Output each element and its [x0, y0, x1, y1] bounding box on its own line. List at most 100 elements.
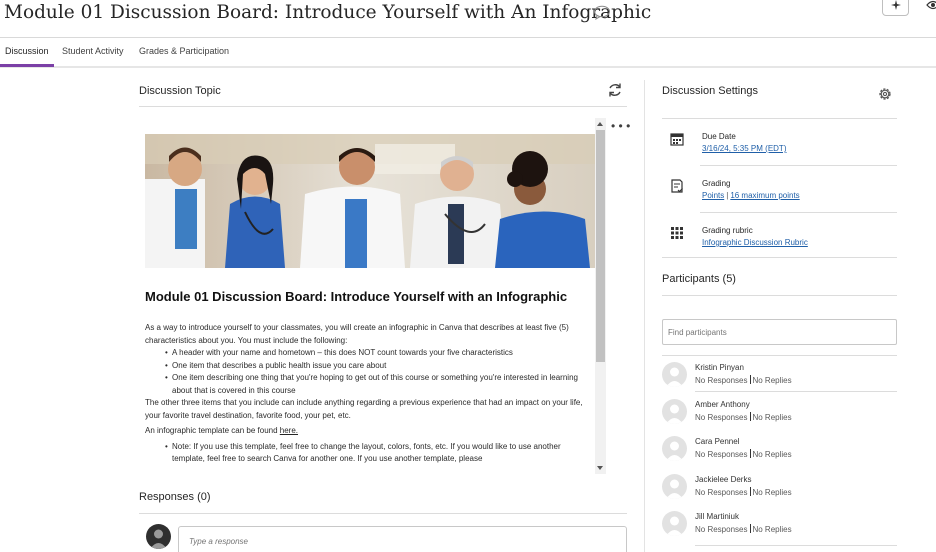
participant-separator: [695, 391, 897, 392]
speech-bubble-icon[interactable]: [593, 5, 611, 20]
avatar: [662, 511, 687, 536]
participants-list-divider: [662, 355, 897, 356]
participant-row[interactable]: Amber Anthony No Responses No Replies: [662, 399, 897, 436]
scroll-thumb[interactable]: [596, 130, 605, 362]
avatar: [662, 436, 687, 461]
page-title: Module 01 Discussion Board: Introduce Yo…: [4, 2, 652, 23]
topic-scrollbar[interactable]: [595, 118, 606, 474]
avatar: [662, 362, 687, 387]
participant-stats: No Responses No Replies: [695, 487, 792, 497]
participant-responses: No Responses: [695, 488, 748, 497]
participant-responses: No Responses: [695, 376, 748, 385]
topic-other-items: The other three items that you include c…: [145, 398, 583, 420]
topic-content-frame: Module 01 Discussion Board: Introduce Yo…: [145, 118, 606, 474]
participant-replies: No Replies: [752, 488, 792, 497]
requirement-item: One item describing one thing that you'r…: [165, 372, 593, 397]
participant-responses: No Responses: [695, 525, 748, 534]
refresh-icon[interactable]: [607, 82, 623, 98]
settings-bottom-divider: [662, 257, 897, 258]
scroll-up-arrow-icon[interactable]: [597, 122, 603, 126]
topic-body: As a way to introduce yourself to your c…: [145, 322, 593, 466]
grading-max-link[interactable]: 16 maximum points: [730, 191, 799, 200]
grading-setting: Grading Points | 16 maximum points: [662, 179, 897, 213]
participant-stats: No Responses No Replies: [695, 375, 792, 385]
template-text: An infographic template can be found: [145, 426, 278, 435]
tab-bar: Discussion Student Activity Grades & Par…: [0, 38, 936, 68]
participant-row[interactable]: Cara Pennel No Responses No Replies: [662, 436, 897, 473]
grading-type-link[interactable]: Points: [702, 191, 724, 200]
topic-content: Module 01 Discussion Board: Introduce Yo…: [145, 118, 595, 474]
rubric-label: Grading rubric: [702, 226, 753, 235]
participant-separator: [695, 545, 897, 546]
more-options-icon[interactable]: • • •: [611, 120, 630, 132]
participant-name: Cara Pennel: [695, 437, 740, 446]
participant-stats: No Responses No Replies: [695, 449, 792, 459]
user-silhouette-icon: [666, 404, 683, 424]
participant-replies: No Replies: [752, 376, 792, 385]
participant-stats: No Responses No Replies: [695, 412, 792, 422]
preview-button[interactable]: [919, 0, 936, 16]
avatar: [662, 474, 687, 499]
responses-heading: Responses (0): [139, 491, 211, 503]
participant-name: Kristin Pinyan: [695, 363, 744, 372]
user-silhouette-icon: [666, 516, 683, 536]
due-date-label: Due Date: [702, 132, 736, 141]
participant-replies: No Replies: [752, 450, 792, 459]
participant-name: Jackielee Derks: [695, 475, 752, 484]
topic-divider: [139, 106, 627, 107]
user-silhouette-icon: [666, 367, 683, 387]
page-header: Module 01 Discussion Board: Introduce Yo…: [0, 0, 936, 38]
participants-heading: Participants (5): [662, 273, 736, 285]
find-participants-input[interactable]: [662, 319, 897, 345]
settings-divider: [662, 118, 897, 119]
due-date-link[interactable]: 3/16/24, 5:35 PM (EDT): [702, 144, 786, 153]
requirement-item: One item that describes a public health …: [165, 360, 593, 373]
participant-responses: No Responses: [695, 450, 748, 459]
discussion-topic-heading: Discussion Topic: [139, 85, 221, 97]
participants-divider: [662, 295, 897, 296]
note-item: Note: If you use this template, feel fre…: [165, 441, 593, 466]
rubric-link[interactable]: Infographic Discussion Rubric: [702, 238, 808, 247]
user-avatar: [146, 524, 171, 549]
grading-value: Points | 16 maximum points: [702, 191, 800, 200]
tab-grades-participation[interactable]: Grades & Participation: [139, 46, 229, 56]
responses-divider: [139, 513, 627, 514]
eye-icon: [925, 0, 936, 10]
discussion-settings-heading: Discussion Settings: [662, 85, 758, 97]
healthcare-team-photo: [145, 134, 595, 268]
tab-discussion[interactable]: Discussion: [5, 46, 49, 56]
participant-name: Amber Anthony: [695, 400, 750, 409]
note-list: Note: If you use this template, feel fre…: [165, 441, 593, 466]
calendar-icon: [670, 133, 684, 146]
due-date-setting: Due Date 3/16/24, 5:35 PM (EDT): [662, 132, 897, 166]
tab-student-activity[interactable]: Student Activity: [62, 46, 124, 56]
setting-separator: [700, 165, 897, 166]
sparkle-icon: [890, 0, 901, 10]
response-input[interactable]: [178, 526, 627, 552]
participant-row[interactable]: Kristin Pinyan No Responses No Replies: [662, 362, 897, 399]
participant-replies: No Replies: [752, 413, 792, 422]
grading-sheet-icon: [671, 179, 683, 193]
rubric-grid-icon: [671, 227, 683, 239]
scroll-down-arrow-icon[interactable]: [597, 466, 603, 470]
topic-title: Module 01 Discussion Board: Introduce Yo…: [145, 289, 568, 304]
template-link[interactable]: here.: [280, 426, 298, 435]
setting-separator: [700, 212, 897, 213]
rubric-setting: Grading rubric Infographic Discussion Ru…: [662, 226, 897, 260]
requirement-list: A header with your name and hometown – t…: [165, 347, 593, 397]
ai-assist-button[interactable]: [882, 0, 909, 16]
active-tab-indicator: [0, 64, 54, 67]
avatar: [662, 399, 687, 424]
column-divider: [644, 80, 645, 552]
participant-row[interactable]: Jill Martiniuk No Responses No Replies: [662, 511, 897, 548]
user-silhouette-icon: [666, 479, 683, 499]
participant-name: Jill Martiniuk: [695, 512, 740, 521]
topic-intro: As a way to introduce yourself to your c…: [145, 323, 569, 345]
participant-responses: No Responses: [695, 413, 748, 422]
participant-row[interactable]: Jackielee Derks No Responses No Replies: [662, 474, 897, 511]
template-line: An infographic template can be found her…: [145, 425, 593, 438]
gear-icon[interactable]: [877, 86, 893, 102]
participant-stats: No Responses No Replies: [695, 524, 792, 534]
user-silhouette-icon: [150, 529, 167, 549]
requirement-item: A header with your name and hometown – t…: [165, 347, 593, 360]
